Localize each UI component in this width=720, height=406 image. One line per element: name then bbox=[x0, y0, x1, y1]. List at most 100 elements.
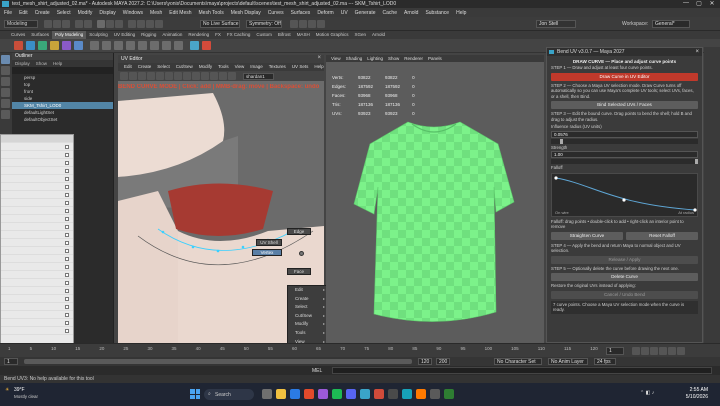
extrude-icon[interactable] bbox=[114, 41, 123, 50]
shelf-tab-mash[interactable]: MASH bbox=[294, 31, 313, 39]
edge-icon[interactable] bbox=[290, 389, 300, 399]
channel-checkbox[interactable] bbox=[65, 329, 69, 333]
anim-layer-dropdown[interactable]: No Anim Layer bbox=[548, 358, 588, 365]
outliner-item-side[interactable]: side bbox=[12, 95, 113, 102]
viewport-menu-view[interactable]: View bbox=[331, 55, 341, 62]
marking-menu-uv-shell[interactable]: UV Shell bbox=[256, 239, 282, 246]
perspective-viewport[interactable]: Verts: 93822 93822 0 Edges: 187592 187592 0 Fa… bbox=[326, 62, 544, 343]
uv-tool-icon[interactable] bbox=[120, 72, 128, 80]
lasso-tool-icon[interactable] bbox=[1, 66, 10, 75]
uv-editor-icon[interactable] bbox=[190, 41, 199, 50]
go-start-icon[interactable] bbox=[632, 347, 640, 355]
undo-icon[interactable] bbox=[75, 20, 83, 28]
channel-checkbox[interactable] bbox=[65, 217, 69, 221]
select-tool-icon[interactable] bbox=[1, 55, 10, 64]
combine-icon[interactable] bbox=[90, 41, 99, 50]
channel-checkbox[interactable] bbox=[65, 249, 69, 253]
channel-checkbox[interactable] bbox=[65, 161, 69, 165]
menu-deform[interactable]: Deform bbox=[317, 10, 333, 16]
discord-icon[interactable] bbox=[346, 389, 356, 399]
weather-temp[interactable]: 39°F bbox=[14, 387, 25, 393]
uv-tool-icon[interactable] bbox=[165, 72, 173, 80]
menu-curves[interactable]: Curves bbox=[268, 10, 284, 16]
ctx-item-cut-sew[interactable]: Cut/Sew bbox=[288, 312, 328, 321]
current-frame-field[interactable]: 1 bbox=[606, 347, 624, 355]
channel-checkbox[interactable] bbox=[65, 233, 69, 237]
ctx-item-create[interactable]: Create bbox=[288, 295, 328, 304]
maya-taskbar-icon[interactable] bbox=[360, 389, 370, 399]
menu-help[interactable]: Help bbox=[456, 10, 466, 16]
snap-view-icon[interactable] bbox=[155, 20, 163, 28]
marking-menu-edge[interactable]: Edge bbox=[287, 228, 311, 235]
bevel-icon[interactable] bbox=[126, 41, 135, 50]
app-icon[interactable] bbox=[416, 389, 426, 399]
range-bar[interactable] bbox=[24, 359, 412, 364]
app-icon[interactable] bbox=[374, 389, 384, 399]
channel-checkbox[interactable] bbox=[65, 153, 69, 157]
viewport-menu-shading[interactable]: Shading bbox=[346, 55, 363, 62]
start-button-icon[interactable] bbox=[190, 389, 200, 399]
uv-tool-icon[interactable] bbox=[138, 72, 146, 80]
uv-tool-icon[interactable] bbox=[156, 72, 164, 80]
uv-map-dropdown[interactable]: shardan1 bbox=[243, 72, 274, 80]
select-object-icon[interactable] bbox=[106, 20, 114, 28]
snap-curve-icon[interactable] bbox=[137, 20, 145, 28]
symmetry-field[interactable]: Symmetry: Off bbox=[246, 20, 282, 28]
shelf-tab-rendering[interactable]: Rendering bbox=[185, 31, 212, 39]
target-weld-icon[interactable] bbox=[162, 41, 171, 50]
poly-sphere-icon[interactable] bbox=[14, 41, 23, 50]
outliner-menu-help[interactable]: Help bbox=[53, 60, 62, 67]
minimize-button[interactable]: — bbox=[680, 0, 692, 6]
step-forward-icon[interactable] bbox=[668, 347, 676, 355]
uv-menu-select[interactable]: Select bbox=[157, 63, 170, 71]
channel-checkbox[interactable] bbox=[65, 305, 69, 309]
channel-checkbox[interactable] bbox=[65, 225, 69, 229]
shelf-tab-animation[interactable]: Animation bbox=[159, 31, 185, 39]
poly-cylinder-icon[interactable] bbox=[38, 41, 47, 50]
channel-checkbox[interactable] bbox=[65, 297, 69, 301]
weather-text[interactable]: Mostly clear bbox=[14, 394, 38, 399]
maximize-button[interactable]: ▢ bbox=[693, 0, 705, 7]
live-surface-field[interactable]: No Live Surface bbox=[200, 20, 240, 28]
move-tool-icon[interactable] bbox=[1, 88, 10, 97]
channel-checkbox[interactable] bbox=[65, 209, 69, 213]
app-icon[interactable] bbox=[430, 389, 440, 399]
app-icon[interactable] bbox=[388, 389, 398, 399]
step-back-icon[interactable] bbox=[641, 347, 649, 355]
uv-tool-icon[interactable] bbox=[147, 72, 155, 80]
file-explorer-icon[interactable] bbox=[276, 389, 286, 399]
outliner-item-mesh[interactable]: SKM_Tshirt_LOD0 bbox=[12, 102, 113, 109]
sign-in-field[interactable]: Jon Stell bbox=[536, 20, 576, 28]
separate-icon[interactable] bbox=[102, 41, 111, 50]
menu-arnold[interactable]: Arnold bbox=[404, 10, 418, 16]
uv-tool-icon[interactable] bbox=[129, 72, 137, 80]
ctx-item-select[interactable]: Select bbox=[288, 303, 328, 312]
shelf-tab-poly-modeling[interactable]: Poly Modeling bbox=[52, 31, 87, 39]
clock-date[interactable]: 5/10/2026 bbox=[668, 394, 708, 400]
shelf-tab-xgen[interactable]: XGen bbox=[351, 31, 369, 39]
menu-surfaces[interactable]: Surfaces bbox=[291, 10, 311, 16]
bend-panel-close-icon[interactable]: × bbox=[695, 48, 699, 56]
shelf-tab-rigging[interactable]: Rigging bbox=[138, 31, 159, 39]
render-icon[interactable] bbox=[290, 20, 298, 28]
delete-curve-button[interactable]: Delete Curve bbox=[551, 273, 698, 281]
poly-torus-icon[interactable] bbox=[62, 41, 71, 50]
snap-point-icon[interactable] bbox=[146, 20, 154, 28]
uv-menu-create[interactable]: Create bbox=[138, 63, 152, 71]
time-slider[interactable]: 1 5 10 15 20 25 30 35 40 45 50 55 60 65 70 75 80 85 … bbox=[0, 343, 720, 357]
quad-draw-icon[interactable] bbox=[174, 41, 183, 50]
render-settings-icon[interactable] bbox=[308, 20, 316, 28]
poly-plane-icon[interactable] bbox=[74, 41, 83, 50]
app-icon[interactable] bbox=[402, 389, 412, 399]
uv-tool-icon[interactable] bbox=[228, 72, 236, 80]
channel-checkbox[interactable] bbox=[65, 193, 69, 197]
poly-cone-icon[interactable] bbox=[50, 41, 59, 50]
menu-substance[interactable]: Substance bbox=[425, 10, 449, 16]
strength-input[interactable]: 1.00 bbox=[551, 151, 698, 158]
shelf-tab-custom[interactable]: Custom bbox=[253, 31, 275, 39]
menu-mesh[interactable]: Mesh bbox=[150, 10, 162, 16]
channel-checkbox[interactable] bbox=[65, 169, 69, 173]
redo-icon[interactable] bbox=[84, 20, 92, 28]
channel-checkbox[interactable] bbox=[65, 281, 69, 285]
shelf-tab-sculpting[interactable]: Sculpting bbox=[86, 31, 111, 39]
